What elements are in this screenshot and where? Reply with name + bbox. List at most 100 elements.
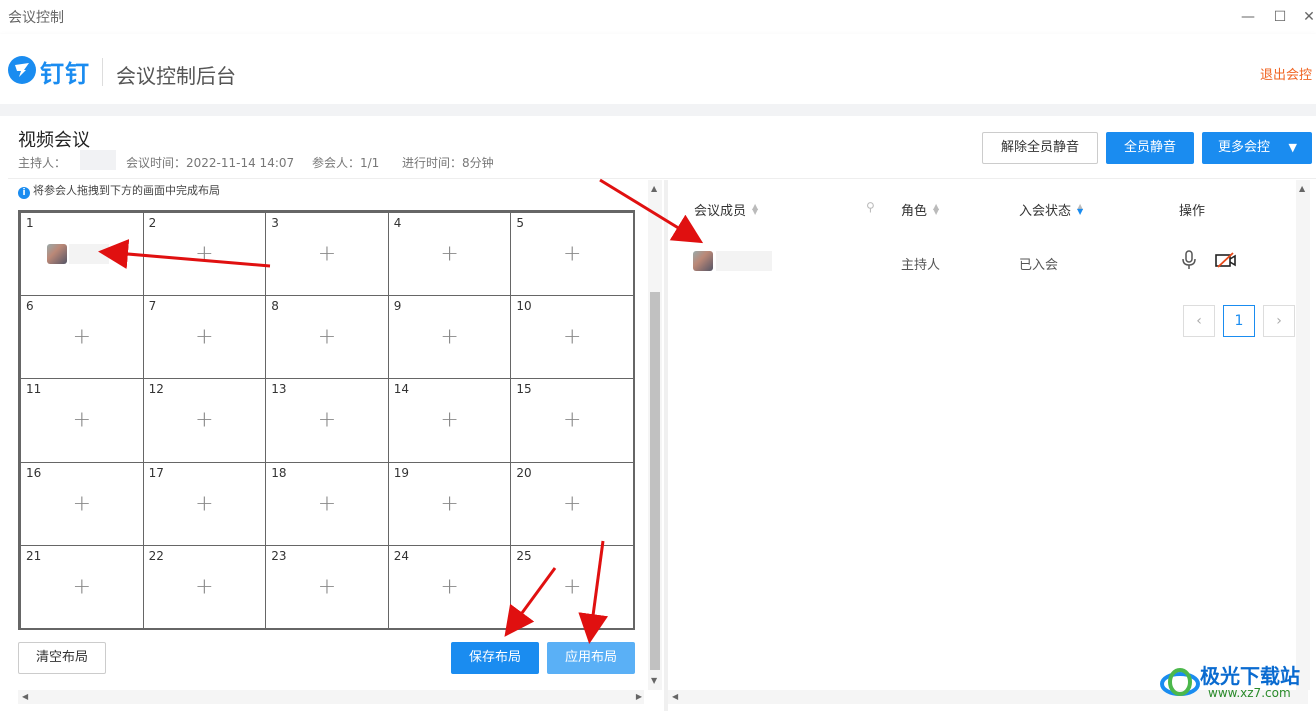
add-participant-icon[interactable]: + (563, 491, 581, 516)
layout-cell[interactable]: 17 + (142, 461, 267, 546)
add-participant-icon[interactable]: + (195, 242, 213, 267)
add-participant-icon[interactable]: + (563, 574, 581, 599)
col-status-header[interactable]: 入会状态 ▲ ▼ (1019, 200, 1083, 220)
layout-cell[interactable]: 10 + (510, 295, 634, 380)
maximize-button[interactable]: ☐ (1269, 6, 1291, 28)
layout-cell[interactable]: 3 + (265, 212, 389, 297)
cell-number: 23 (271, 548, 287, 563)
save-layout-button[interactable]: 保存布局 (451, 642, 539, 674)
add-participant-icon[interactable]: + (563, 325, 581, 350)
scrollbar-thumb[interactable] (650, 292, 660, 670)
layout-horizontal-scrollbar[interactable]: ◀ ▶ (18, 690, 644, 704)
layout-cell[interactable]: 25 + (510, 544, 634, 629)
prev-page-button[interactable]: ‹ (1183, 305, 1215, 337)
cell-number: 16 (26, 465, 42, 480)
col-role-header[interactable]: 角色 ▲ ▼ (901, 200, 939, 220)
member-status: 已入会 (1019, 258, 1059, 273)
meeting-title: 视频会议 (18, 130, 90, 151)
add-participant-icon[interactable]: + (73, 491, 91, 516)
add-participant-icon[interactable]: + (318, 574, 336, 599)
layout-cell[interactable]: 9 + (387, 295, 512, 380)
add-participant-icon[interactable]: + (318, 242, 336, 267)
section-gap (0, 104, 1316, 116)
layout-cell[interactable]: 19 + (387, 461, 512, 546)
add-participant-icon[interactable]: + (195, 408, 213, 433)
add-participant-icon[interactable]: + (440, 325, 458, 350)
layout-cell[interactable]: 14 + (387, 378, 512, 463)
clear-layout-button[interactable]: 清空布局 (18, 642, 106, 674)
layout-cell[interactable]: 6 + (20, 295, 144, 380)
cell-number: 17 (148, 465, 164, 480)
layout-cell[interactable]: 12 + (142, 378, 267, 463)
col-member-label: 会议成员 (694, 204, 747, 219)
more-controls-button[interactable]: 更多会控 ▼ (1202, 132, 1312, 164)
scroll-down-icon[interactable]: ▼ (651, 676, 657, 685)
next-page-button[interactable]: › (1263, 305, 1295, 337)
participant-count: 参会人：1/1 (312, 156, 380, 170)
scroll-left-icon[interactable]: ◀ (672, 692, 678, 701)
scroll-up-icon[interactable]: ▲ (1299, 184, 1305, 193)
cell-number: 7 (148, 299, 157, 314)
layout-cell[interactable]: 22 + (142, 544, 267, 629)
add-participant-icon[interactable]: + (440, 491, 458, 516)
add-participant-icon[interactable]: + (563, 242, 581, 267)
camera-off-icon[interactable] (1215, 252, 1237, 272)
layout-cell[interactable]: 1 (20, 212, 144, 297)
add-participant-icon[interactable]: + (195, 491, 213, 516)
col-member-header[interactable]: 会议成员 ▲ ▼ (694, 200, 758, 220)
cell-number: 19 (393, 465, 410, 480)
add-participant-icon[interactable]: + (318, 491, 336, 516)
layout-cell[interactable]: 5 + (510, 212, 634, 297)
layout-cell[interactable]: 4 + (387, 212, 512, 297)
add-participant-icon[interactable]: + (195, 574, 213, 599)
add-participant-icon[interactable]: + (440, 242, 458, 267)
add-participant-icon[interactable]: + (73, 325, 91, 350)
members-vertical-scrollbar[interactable]: ▲ (1296, 180, 1310, 690)
add-participant-icon[interactable]: + (563, 408, 581, 433)
layout-cell[interactable]: 13 + (265, 378, 389, 463)
mute-all-button[interactable]: 全员静音 (1106, 132, 1194, 164)
sort-icon[interactable]: ▲ ▼ (752, 203, 758, 216)
sort-icon[interactable]: ▲ ▼ (933, 203, 939, 216)
layout-cell[interactable]: 16 + (20, 461, 144, 546)
microphone-icon[interactable] (1181, 250, 1197, 274)
col-role-label: 角色 (901, 204, 928, 219)
scroll-left-icon[interactable]: ◀ (22, 692, 28, 701)
page-1-button[interactable]: 1 (1223, 305, 1255, 337)
layout-cell[interactable]: 7 + (142, 295, 267, 380)
scroll-right-icon[interactable]: ▶ (636, 692, 642, 701)
apply-layout-button[interactable]: 应用布局 (547, 642, 635, 674)
brand-name: 钉钉 (40, 60, 90, 88)
layout-cell[interactable]: 11 + (20, 378, 144, 463)
add-participant-icon[interactable]: + (440, 408, 458, 433)
layout-cell[interactable]: 8 + (265, 295, 389, 380)
member-role: 主持人 (901, 258, 941, 273)
add-participant-icon[interactable]: + (73, 574, 91, 599)
layout-vertical-scrollbar[interactable]: ▲ ▼ (648, 180, 662, 690)
window-title: 会议控制 (8, 10, 64, 26)
watermark-url: www.xz7.com (1208, 686, 1291, 700)
add-participant-icon[interactable]: + (318, 408, 336, 433)
layout-cell[interactable]: 24 + (387, 544, 512, 629)
layout-cell[interactable]: 2 + (142, 212, 267, 297)
add-participant-icon[interactable]: + (440, 574, 458, 599)
layout-cell[interactable]: 18 + (265, 461, 389, 546)
cell-number: 3 (271, 216, 279, 230)
add-participant-icon[interactable]: + (195, 325, 213, 350)
add-participant-icon[interactable]: + (73, 408, 91, 433)
cell-number: 9 (393, 299, 402, 314)
add-participant-icon[interactable]: + (318, 325, 336, 350)
layout-cell[interactable]: 15 + (510, 378, 634, 463)
layout-cell[interactable]: 20 + (510, 461, 634, 546)
sort-icon[interactable]: ▲ ▼ (1077, 203, 1083, 216)
cell-number: 8 (271, 299, 279, 314)
member-search-icon[interactable]: ⚲ (866, 200, 875, 214)
scroll-up-icon[interactable]: ▲ (651, 184, 657, 193)
minimize-button[interactable]: — (1237, 6, 1259, 28)
unmute-all-button[interactable]: 解除全员静音 (982, 132, 1098, 164)
layout-cell[interactable]: 23 + (265, 544, 389, 629)
close-button[interactable]: ✕ (1302, 6, 1316, 28)
page-title: 会议控制后台 (116, 64, 236, 88)
layout-cell[interactable]: 21 + (20, 544, 144, 629)
logout-link[interactable]: 退出会控 (1260, 64, 1312, 83)
